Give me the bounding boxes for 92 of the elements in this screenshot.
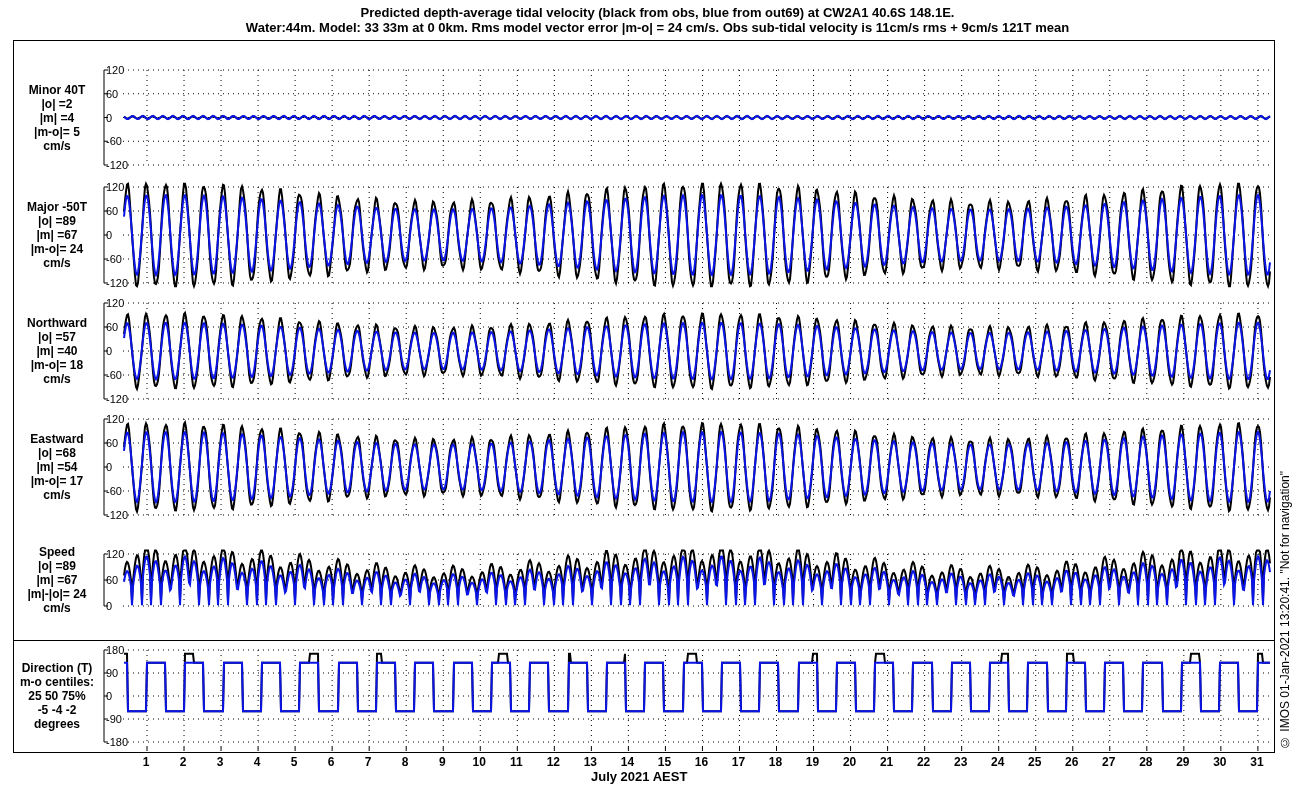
panel-label: |o| =57: [38, 330, 76, 344]
axis-tick-label: 60: [105, 321, 119, 333]
axis-tick-label: -60: [105, 369, 122, 381]
panel-label: cm/s: [43, 256, 71, 270]
panel-label: Minor 40T: [28, 82, 86, 97]
axis-tick-label: 19: [805, 755, 820, 769]
axis-tick-label: 7: [364, 755, 372, 769]
panel-label: |m| =67: [36, 228, 78, 242]
axis-tick-label: 28: [1139, 755, 1153, 769]
axis-tick-label: 120: [105, 548, 125, 560]
axis-tick-label: 120: [105, 297, 125, 309]
panel-label: Speed: [38, 545, 75, 559]
axis-tick-label: 90: [105, 667, 119, 679]
axis-tick-label: 21: [879, 755, 894, 769]
axis-tick-label: 120: [105, 181, 125, 193]
axis-tick-label: 60: [105, 205, 119, 217]
axis-tick-label: 8: [401, 755, 409, 769]
panel-label: cm/s: [43, 138, 71, 153]
axis-tick-label: 120: [105, 64, 125, 76]
axis-tick-label: 23: [954, 755, 968, 769]
panel-label: |o| =2: [41, 96, 73, 111]
panel-label: Eastward: [30, 432, 84, 446]
panel-label: m-o centiles:: [19, 675, 94, 689]
panel-label: degrees: [33, 717, 80, 731]
axis-tick-label: 120: [105, 413, 125, 425]
axis-tick-label: 0: [105, 461, 113, 473]
panel-label: cm/s: [43, 372, 71, 386]
axis-tick-label: 0: [105, 600, 113, 612]
axis-tick-label: 0: [105, 690, 113, 702]
axis-tick-label: 10: [472, 755, 486, 769]
axis-tick-label: 60: [105, 437, 119, 449]
panel-label: |m-o|= 17: [30, 474, 84, 488]
axis-tick-label: 5: [290, 755, 298, 769]
panel-label: |o| =89: [38, 559, 76, 573]
axis-tick-label: 0: [105, 229, 113, 241]
axis-tick-label: 22: [916, 755, 931, 769]
axis-tick-label: 60: [105, 87, 119, 100]
axis-tick-label: 25: [1028, 755, 1042, 769]
panel-label: |m| =40: [36, 344, 78, 358]
axis-tick-label: 1: [142, 755, 150, 769]
axis-tick-label: -60: [105, 135, 122, 148]
panel-label: -5 -4 -2: [37, 703, 77, 717]
panel-label: |m| =54: [36, 460, 78, 474]
axis-title: July 2021 AEST: [591, 769, 688, 784]
axis-tick-label: 6: [327, 755, 335, 769]
axis-tick-label: 29: [1176, 755, 1190, 769]
panel-label: |m|-|o|= 24: [27, 587, 87, 601]
axis-tick-label: 13: [583, 755, 598, 769]
axis-tick-label: -60: [105, 253, 122, 265]
panel-label: cm/s: [43, 601, 71, 615]
panel-label: 25 50 75%: [28, 689, 86, 703]
axis-tick-label: 16: [694, 755, 709, 769]
axis-tick-label: 3: [216, 755, 224, 769]
axis-tick-label: 15: [657, 755, 672, 769]
panel-label: |m| =4: [39, 110, 75, 125]
axis-tick-label: 11: [509, 755, 523, 769]
panel-label: Major -50T: [26, 200, 87, 214]
panel-label: |m| =67: [36, 573, 78, 587]
panel-label: Northward: [26, 316, 87, 330]
axis-tick-label: 12: [546, 755, 560, 769]
panel-label: |o| =89: [38, 214, 76, 228]
axis-tick-label: 18: [768, 755, 783, 769]
axis-tick-label: 2: [179, 755, 187, 769]
axis-tick-label: -120: [105, 277, 128, 289]
axis-tick-label: 0: [105, 345, 113, 357]
axis-tick-label: 4: [253, 755, 261, 769]
panel-label: |m-o|= 18: [30, 358, 84, 372]
axis-tick-label: -180: [105, 736, 128, 748]
axis-tick-label: -90: [105, 713, 122, 725]
axis-tick-label: 17: [731, 755, 746, 769]
axis-tick-label: 27: [1102, 755, 1116, 769]
panel-label: |m-o|= 24: [30, 242, 84, 256]
panel-label: Direction (T): [21, 661, 93, 675]
axis-tick-label: -60: [105, 485, 122, 497]
panel-label: cm/s: [43, 488, 71, 502]
axis-tick-label: 30: [1213, 755, 1227, 769]
axis-tick-label: 31: [1250, 755, 1264, 769]
panel-label: |o| =68: [38, 446, 76, 460]
axis-tick-label: 180: [105, 644, 125, 656]
panel-label: |m-o|= 5: [34, 124, 80, 139]
axis-tick-label: 9: [438, 755, 446, 769]
axis-tick-label: 26: [1065, 755, 1079, 769]
chart-title: Water:44m. Model: 33 33m at 0 0km. Rms model vector error |m-o| = 24 cm/s. Obs sub-tidal velocity is 11cm/s rms + 9cm/s 121T mean: [245, 20, 1070, 35]
axis-tick-label: -120: [105, 393, 128, 405]
axis-tick-label: 60: [105, 574, 119, 586]
axis-tick-label: 24: [991, 755, 1005, 769]
axis-tick-label: 14: [620, 755, 635, 769]
credit-text: © IMOS 01-Jan-2021 13:20:41. "Not for navigation": [1278, 471, 1292, 749]
axis-tick-label: -120: [105, 509, 128, 521]
chart-title: Predicted depth-average tidal velocity (black from obs, blue from out69) at CW2A1 40.6S 148.1E.: [360, 5, 955, 20]
axis-tick-label: 20: [842, 755, 857, 769]
axis-tick-label: -120: [105, 159, 128, 171]
